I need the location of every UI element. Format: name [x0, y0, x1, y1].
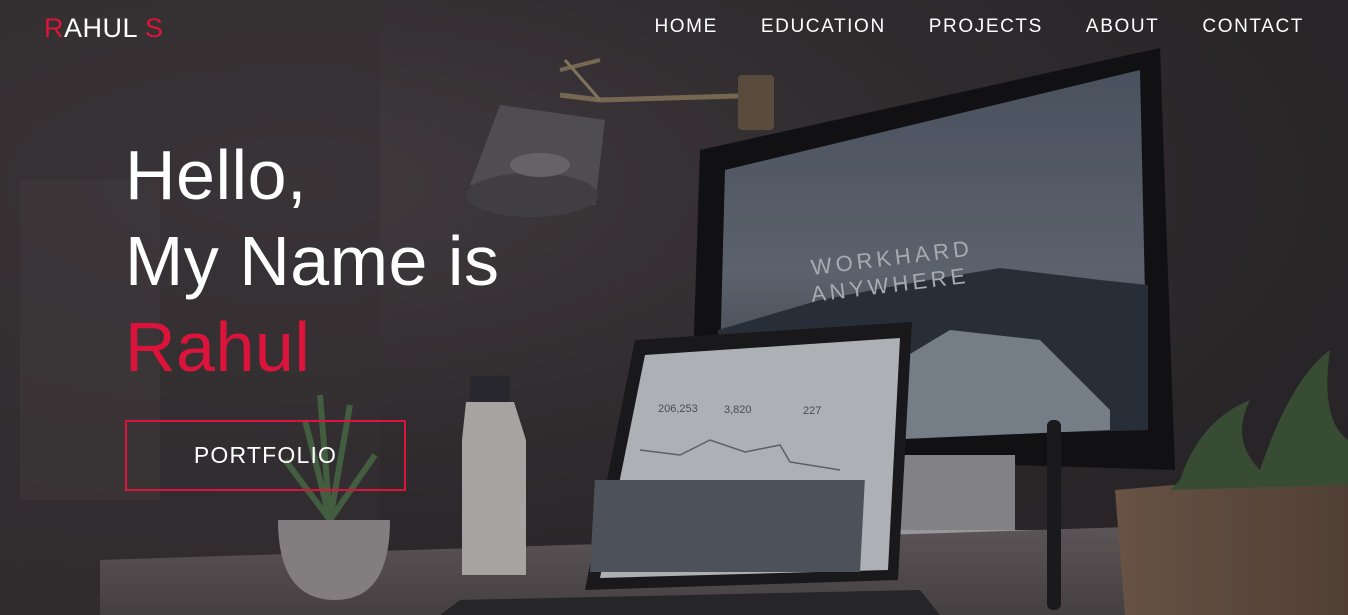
nav-item: CONTACT	[1202, 16, 1304, 38]
nav-link-projects[interactable]: PROJECTS	[929, 16, 1043, 37]
nav-link-about[interactable]: ABOUT	[1086, 16, 1159, 37]
nav-menu: HOME EDUCATION PROJECTS ABOUT CONTACT	[611, 16, 1304, 38]
nav-item: ABOUT	[1086, 16, 1159, 38]
hero-heading: Hello, My Name is Rahul	[125, 132, 499, 390]
brand-logo-middle: AHUL	[64, 13, 146, 43]
nav-link-contact[interactable]: CONTACT	[1202, 16, 1304, 37]
portfolio-button[interactable]: PORTFOLIO	[125, 420, 406, 491]
brand-logo[interactable]: RAHUL S	[44, 13, 164, 44]
hero-greeting: Hello,	[125, 136, 307, 214]
brand-logo-last-letter: S	[145, 13, 164, 43]
nav-item: HOME	[654, 16, 717, 38]
top-navbar: RAHUL S HOME EDUCATION PROJECTS ABOUT CO…	[0, 0, 1348, 56]
hero-intro: My Name is	[125, 222, 500, 300]
nav-link-home[interactable]: HOME	[654, 16, 717, 37]
nav-item: PROJECTS	[929, 16, 1043, 38]
brand-logo-first-letter: R	[44, 13, 64, 43]
nav-item: EDUCATION	[761, 16, 886, 38]
hero-name: Rahul	[125, 308, 311, 386]
nav-link-education[interactable]: EDUCATION	[761, 16, 886, 37]
hero-section: WORKHARD ANYWHERE 206,253 3,820 227 RAHU…	[0, 0, 1348, 615]
